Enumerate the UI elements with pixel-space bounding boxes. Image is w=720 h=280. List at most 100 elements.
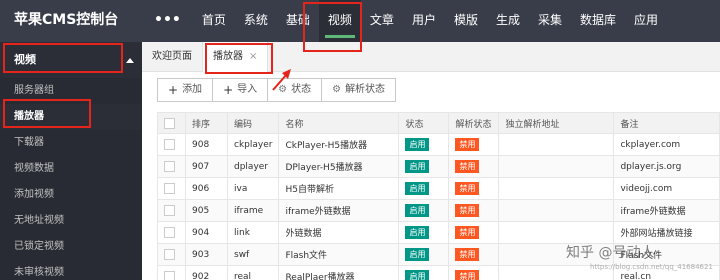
row-checkbox[interactable] (164, 139, 175, 150)
row-checkbox[interactable] (164, 227, 175, 238)
sidebar-item-player[interactable]: 播放器 (0, 104, 142, 130)
nav-template[interactable]: 模版 (445, 0, 487, 42)
sidebar-list: 服务器组 播放器 下载器 视频数据 添加视频 无地址视频 已锁定视频 未审核视频 (0, 78, 142, 280)
cell-note: dplayer.js.org (613, 155, 720, 178)
status-enabled-badge[interactable]: 启用 (405, 226, 430, 239)
parse-disabled-badge[interactable]: 禁用 (455, 138, 480, 151)
cell-status: 启用 (398, 265, 450, 280)
sidebar-item-add-video[interactable]: 添加视频 (0, 182, 142, 208)
sidebar-item-downloader[interactable]: 下载器 (0, 130, 142, 156)
cell-code: iva (226, 177, 280, 200)
cell-status: 启用 (398, 177, 450, 200)
status-enabled-badge[interactable]: 启用 (405, 270, 430, 280)
row-checkbox[interactable] (164, 249, 175, 260)
cell-parse-status: 禁用 (448, 265, 500, 280)
sidebar-group-label: 视频 (14, 53, 36, 66)
table-row[interactable]: 904 link 外链数据 启用 禁用 外部网站播放链接 (157, 221, 720, 244)
import-button-label: 导入 (237, 84, 258, 95)
tab-bar: 欢迎页面 播放器 × (142, 42, 720, 72)
parse-disabled-badge[interactable]: 禁用 (455, 226, 480, 239)
cell-sort: 904 (185, 221, 228, 244)
caret-up-icon (126, 58, 134, 63)
column-header-note: 备注 (613, 112, 720, 134)
nav-database[interactable]: 数据库 (571, 0, 625, 42)
cell-parse-url (498, 177, 615, 200)
select-all-cell (157, 112, 186, 134)
parse-status-button[interactable]: ⚙ 解析状态 (321, 78, 397, 102)
nav-apps[interactable]: 应用 (625, 0, 667, 42)
cell-note: iframe外链数据 (613, 199, 720, 222)
cell-parse-url (498, 155, 615, 178)
row-checkbox-cell (157, 221, 186, 244)
status-enabled-badge[interactable]: 启用 (405, 160, 430, 173)
cell-status: 启用 (398, 133, 450, 156)
cell-status: 启用 (398, 155, 450, 178)
row-checkbox[interactable] (164, 161, 175, 172)
add-button[interactable]: + 添加 (157, 78, 214, 102)
close-icon[interactable]: × (249, 51, 257, 62)
table-row[interactable]: 907 dplayer DPlayer-H5播放器 启用 禁用 dplayer.js.or… (157, 155, 720, 178)
sidebar-item-video-data[interactable]: 视频数据 (0, 156, 142, 182)
parse-status-button-label: 解析状态 (345, 84, 386, 95)
table-row[interactable]: 908 ckplayer CkPlayer-H5播放器 启用 禁用 ckplayer.co… (157, 133, 720, 156)
nav-home[interactable]: 首页 (193, 0, 235, 42)
table-row[interactable]: 906 iva H5自带解析 启用 禁用 videojj.com (157, 177, 720, 200)
select-all-checkbox[interactable] (164, 117, 175, 129)
more-menu-icon[interactable]: ••• (148, 0, 193, 42)
parse-disabled-badge[interactable]: 禁用 (455, 248, 480, 261)
cell-parse-status: 禁用 (448, 199, 500, 222)
nav-article[interactable]: 文章 (361, 0, 403, 42)
cell-note: ckplayer.com (613, 133, 720, 156)
nav-video[interactable]: 视频 (318, 0, 361, 42)
table-row[interactable]: 905 iframe iframe外链数据 启用 禁用 iframe外链数据 (157, 199, 720, 222)
status-enabled-badge[interactable]: 启用 (405, 182, 430, 195)
cell-name: iframe外链数据 (278, 199, 400, 222)
nav-system[interactable]: 系统 (235, 0, 277, 42)
status-enabled-badge[interactable]: 启用 (405, 248, 430, 261)
cell-code: swf (226, 243, 280, 266)
cell-sort: 905 (185, 199, 228, 222)
status-enabled-badge[interactable]: 启用 (405, 138, 430, 151)
watermark-url: https://blog.csdn.net/qq_41684621 (590, 263, 713, 271)
row-checkbox-cell (157, 199, 186, 222)
table-header-row: 排序 编码 名称 状态 解析状态 独立解析地址 备注 (157, 112, 720, 134)
watermark: 知乎 @号动人 (566, 245, 655, 261)
cell-parse-status: 禁用 (448, 155, 500, 178)
sidebar-item-server-group[interactable]: 服务器组 (0, 78, 142, 104)
status-enabled-badge[interactable]: 启用 (405, 204, 430, 217)
cell-code: link (226, 221, 280, 244)
row-checkbox[interactable] (164, 205, 175, 216)
nav-generate[interactable]: 生成 (487, 0, 529, 42)
cell-status: 启用 (398, 221, 450, 244)
plus-icon: + (168, 83, 179, 97)
nav-basic[interactable]: 基础 (277, 0, 319, 42)
cell-sort: 908 (185, 133, 228, 156)
sidebar-item-no-url-video[interactable]: 无地址视频 (0, 208, 142, 234)
cell-status: 启用 (398, 199, 450, 222)
cell-name: RealPlaer播放器 (278, 265, 400, 280)
import-button[interactable]: + 导入 (212, 78, 269, 102)
tab-player[interactable]: 播放器 × (203, 42, 269, 72)
tab-welcome[interactable]: 欢迎页面 (142, 42, 203, 72)
sidebar-group-video[interactable]: 视频 (0, 42, 142, 78)
sidebar-item-locked-video[interactable]: 已锁定视频 (0, 234, 142, 260)
app-title[interactable]: 苹果CMS控制台 (14, 0, 118, 42)
nav-collect[interactable]: 采集 (529, 0, 571, 42)
parse-disabled-badge[interactable]: 禁用 (455, 160, 480, 173)
nav-user[interactable]: 用户 (403, 0, 445, 42)
cell-parse-url (498, 199, 615, 222)
sidebar-item-unreviewed-video[interactable]: 未审核视频 (0, 260, 142, 280)
cell-sort: 906 (185, 177, 228, 200)
parse-disabled-badge[interactable]: 禁用 (455, 270, 480, 280)
row-checkbox[interactable] (164, 183, 175, 194)
column-header-sort[interactable]: 排序 (185, 112, 228, 134)
cell-parse-status: 禁用 (448, 177, 500, 200)
top-nav: ••• 首页 系统 基础 视频 文章 用户 模版 生成 采集 数据库 应用 (148, 0, 667, 42)
parse-disabled-badge[interactable]: 禁用 (455, 204, 480, 217)
cell-name: H5自带解析 (278, 177, 400, 200)
plus-icon: + (223, 83, 234, 97)
parse-disabled-badge[interactable]: 禁用 (455, 182, 480, 195)
row-checkbox[interactable] (164, 271, 175, 280)
row-checkbox-cell (157, 155, 186, 178)
column-header-name: 名称 (278, 112, 400, 134)
